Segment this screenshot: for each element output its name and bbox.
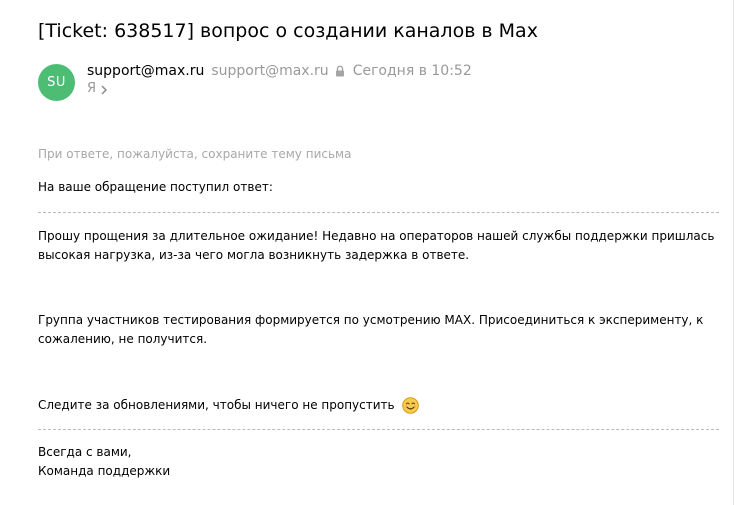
avatar-initials: SU	[47, 75, 66, 90]
paragraph-testing: Группа участников тестирования формирует…	[38, 311, 703, 349]
recipient-label: Я	[87, 81, 97, 96]
paragraph-apology-line-1: Прошу прощения за длительное ожидание! Н…	[38, 229, 715, 243]
paragraph-updates-text: Следите за обновлениями, чтобы ничего не…	[38, 398, 395, 412]
lock-icon	[335, 65, 345, 77]
smile-icon	[402, 397, 420, 414]
sender-email[interactable]: support@max.ru	[211, 63, 328, 79]
email-subject: [Ticket: 638517] вопрос о создании канал…	[38, 20, 538, 42]
signature-line-2: Команда поддержки	[38, 464, 171, 478]
paragraph-testing-line-2: сожалению, не получится.	[38, 332, 208, 346]
sender-avatar[interactable]: SU	[38, 64, 75, 101]
paragraph-updates: Следите за обновлениями, чтобы ничего не…	[38, 396, 420, 415]
signature: Всегда с вами, Команда поддержки	[38, 443, 170, 481]
divider-top	[38, 212, 719, 213]
signature-line-1: Всегда с вами,	[38, 445, 132, 459]
paragraph-apology-line-2: высокая нагрузка, из-за чего могла возни…	[38, 248, 470, 262]
sender-name[interactable]: support@max.ru	[87, 63, 204, 79]
recipient-toggle[interactable]: Я	[87, 81, 108, 96]
chevron-right-icon	[101, 84, 108, 95]
paragraph-apology: Прошу прощения за длительное ожидание! Н…	[38, 227, 714, 265]
divider-bottom	[38, 429, 719, 430]
intro-text: На ваше обращение поступил ответ:	[38, 180, 273, 194]
reply-hint: При ответе, пожалуйста, сохраните тему п…	[38, 147, 352, 161]
paragraph-testing-line-1: Группа участников тестирования формирует…	[38, 313, 704, 327]
email-date: Сегодня в 10:52	[352, 63, 472, 79]
sender-line: support@max.ru support@max.ru Сегодня в …	[87, 63, 472, 79]
